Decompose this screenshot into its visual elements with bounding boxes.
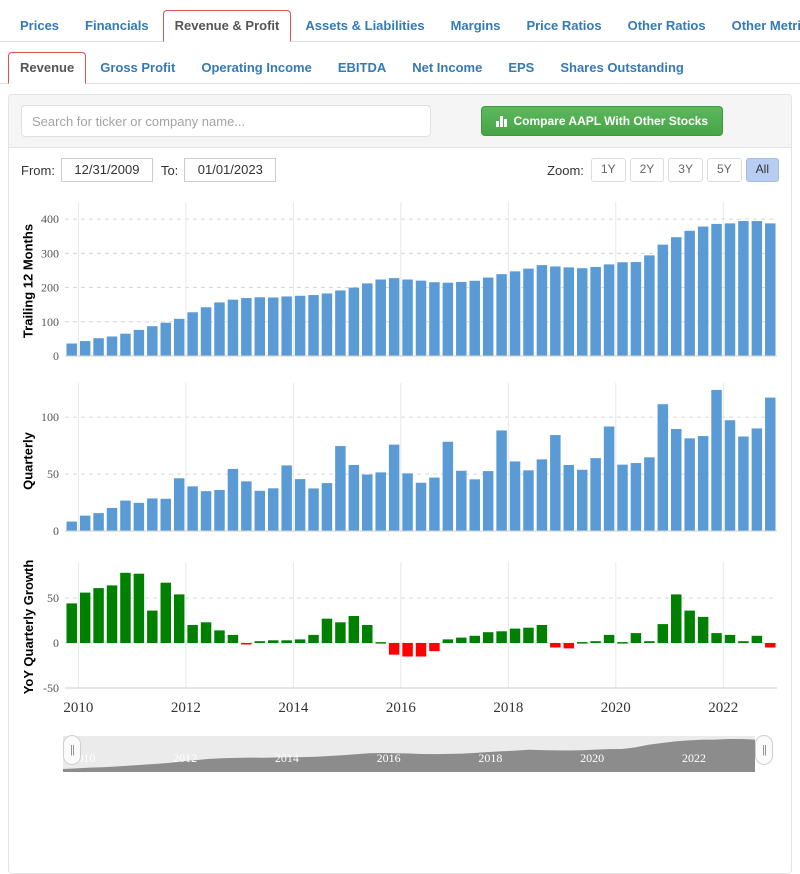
charts-container: Trailing 12 Months 0 100 200 300 400 Quarter… [9,188,791,728]
svg-text:0: 0 [53,349,59,363]
svg-text:2014: 2014 [278,700,309,716]
subtab-ebitda[interactable]: EBITDA [326,52,398,84]
svg-text:50: 50 [47,591,59,605]
zoom-3y-button[interactable]: 3Y [668,158,703,182]
svg-text:200: 200 [41,281,59,295]
svg-text:0: 0 [53,636,59,650]
tab-other-ratios[interactable]: Other Ratios [616,10,718,42]
chart3-svg[interactable]: -50 0 50 2010 2012 2014 2016 2018 2020 2022 [17,548,785,728]
chart2-y-axis-label: Quarterly [20,431,36,490]
chart1-y-axis-label: Trailing 12 Months [20,223,36,338]
zoom-all-button[interactable]: All [745,158,779,182]
svg-text:2010: 2010 [63,700,93,716]
from-date-input[interactable]: 12/31/2009 [60,158,153,182]
zoom-5y-button[interactable]: 5Y [706,158,742,182]
svg-text:400: 400 [41,212,59,226]
navigator-svg[interactable]: 2010 2012 2014 2016 2018 2020 2022 [25,732,793,776]
svg-text:2012: 2012 [173,751,197,765]
to-label: To: [160,162,179,178]
subtab-net-income[interactable]: Net Income [400,52,494,84]
svg-text:2020: 2020 [601,700,631,716]
zoom-label: Zoom: [547,162,584,178]
subtab-revenue[interactable]: Revenue [8,52,87,84]
range-navigator[interactable]: 2010 2012 2014 2016 2018 2020 2022 || || [17,732,783,778]
primary-nav: Prices Financials Revenue & Profit Asset… [0,0,800,42]
subtab-eps[interactable]: EPS [496,52,546,84]
subtab-operating-income[interactable]: Operating Income [189,52,324,84]
zoom-button-group: 1Y 2Y 3Y 5Y All [590,158,779,182]
svg-text:2014: 2014 [275,751,299,765]
navigator-handle-right[interactable]: || [755,735,773,765]
chart-panel: Compare AAPL With Other Stocks From: 12/… [8,94,792,874]
compare-button-label: Compare AAPL With Other Stocks [513,114,709,128]
panel-header: Compare AAPL With Other Stocks [9,95,791,148]
svg-text:2016: 2016 [386,700,417,716]
chart-quarterly[interactable]: Quarterly 0 50 100 [17,373,783,548]
svg-text:0: 0 [53,524,59,538]
tab-price-ratios[interactable]: Price Ratios [514,10,613,42]
chart-yoy-growth[interactable]: YoY Quarterly Growth -50 0 50 2010 2012 2014 2… [17,548,783,728]
chart2-svg[interactable]: 0 50 100 [17,373,785,548]
subtab-shares-outstanding[interactable]: Shares Outstanding [548,52,696,84]
svg-text:-50: -50 [43,681,59,695]
tab-prices[interactable]: Prices [8,10,71,42]
chart-trailing-12-months[interactable]: Trailing 12 Months 0 100 200 300 400 [17,188,783,373]
svg-text:2018: 2018 [493,700,523,716]
compare-stocks-button[interactable]: Compare AAPL With Other Stocks [481,106,724,136]
svg-text:2020: 2020 [580,751,604,765]
svg-text:300: 300 [41,246,59,260]
tab-assets-and-liabilities[interactable]: Assets & Liabilities [293,10,436,42]
from-label: From: [21,162,55,178]
chart3-y-axis-label: YoY Quarterly Growth [20,559,36,695]
svg-text:100: 100 [41,410,59,424]
svg-text:2016: 2016 [377,751,401,765]
secondary-nav: Revenue Gross Profit Operating Income EB… [0,42,800,84]
svg-text:2018: 2018 [478,751,502,765]
chart1-svg[interactable]: 0 100 200 300 400 [17,188,785,373]
zoom-2y-button[interactable]: 2Y [629,158,665,182]
tab-revenue-and-profit[interactable]: Revenue & Profit [162,10,292,42]
to-date-input[interactable]: 01/01/2023 [184,158,277,182]
svg-text:100: 100 [41,315,59,329]
tab-other-metrics[interactable]: Other Metrics [720,10,800,42]
svg-text:50: 50 [47,467,59,481]
svg-text:2022: 2022 [682,751,706,765]
svg-text:2022: 2022 [708,700,738,716]
subtab-gross-profit[interactable]: Gross Profit [88,52,187,84]
zoom-1y-button[interactable]: 1Y [590,158,626,182]
date-range-controls: From: 12/31/2009 To: 01/01/2023 Zoom: 1Y… [9,148,791,188]
svg-text:2012: 2012 [171,700,201,716]
tab-margins[interactable]: Margins [439,10,513,42]
navigator-handle-left[interactable]: || [63,735,81,765]
search-input[interactable] [21,105,431,137]
tab-financials[interactable]: Financials [73,10,161,42]
bar-chart-icon [496,115,507,127]
